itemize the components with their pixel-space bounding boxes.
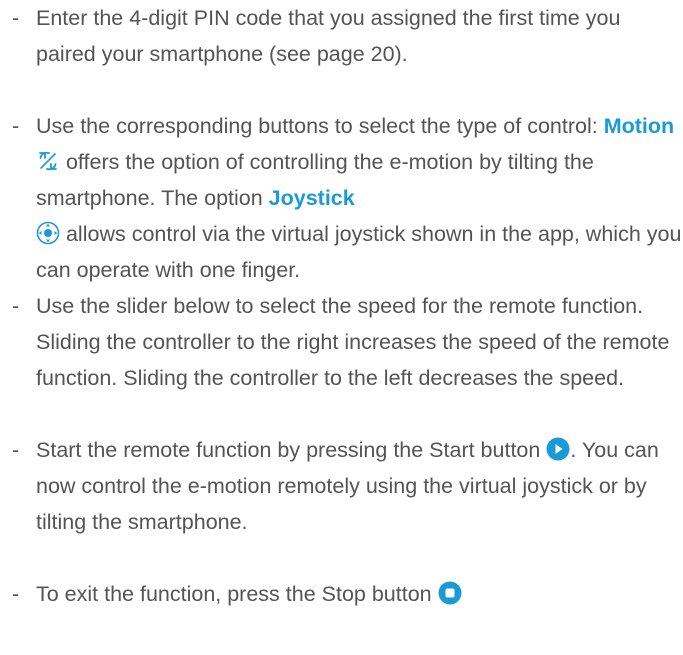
stop-instruction: To exit the function, press the Stop but… — [36, 576, 682, 612]
control-type-text-1: Use the corresponding buttons to select … — [36, 114, 604, 138]
rotate-arrows-icon — [36, 149, 60, 173]
stop-button-icon — [438, 581, 462, 605]
list-item-control-type: - Use the corresponding buttons to selec… — [12, 108, 682, 288]
joystick-label: Joystick — [268, 186, 355, 210]
stop-text-1: To exit the function, press the Stop but… — [36, 582, 438, 606]
pin-instruction: Enter the 4-digit PIN code that you assi… — [36, 6, 621, 66]
play-button-icon — [546, 437, 570, 461]
list-item-start: - Start the remote function by pressing … — [12, 432, 682, 540]
list-item-speed: - Use the slider below to select the spe… — [12, 288, 682, 396]
list-item-pin: - Enter the 4-digit PIN code that you as… — [12, 0, 682, 72]
bullet-dash: - — [12, 582, 20, 606]
control-type-instruction: Use the corresponding buttons to select … — [36, 108, 682, 288]
bullet-dash: - — [12, 294, 20, 318]
list-item-stop: - To exit the function, press the Stop b… — [12, 576, 682, 612]
manual-page: - Enter the 4-digit PIN code that you as… — [0, 0, 683, 655]
bullet-dash: - — [12, 114, 20, 138]
joystick-icon — [36, 221, 60, 245]
motion-label: Motion — [603, 114, 675, 138]
control-type-text-3: allows control via the virtual joystick … — [36, 222, 682, 282]
start-instruction: Start the remote function by pressing th… — [36, 432, 682, 540]
bullet-dash: - — [12, 438, 20, 462]
start-text-1: Start the remote function by pressing th… — [36, 438, 547, 462]
bullet-dash: - — [12, 6, 20, 30]
speed-instruction: Use the slider below to select the speed… — [36, 294, 670, 390]
